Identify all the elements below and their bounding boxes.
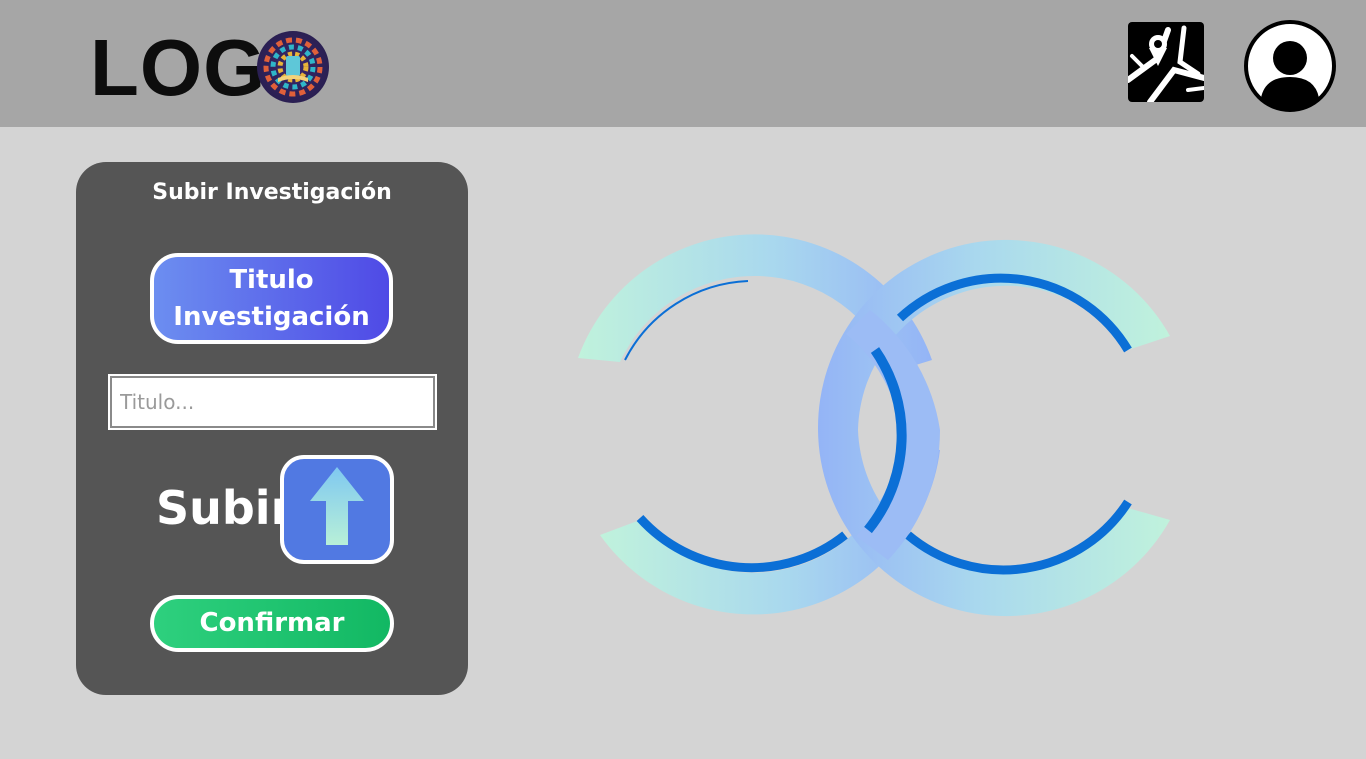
research-title-button-label: Titulo Investigación <box>173 264 370 332</box>
book-emblem-icon[interactable] <box>256 30 330 104</box>
logo-text[interactable]: LOG <box>90 24 266 112</box>
arrow-up-icon <box>310 467 364 545</box>
confirm-button[interactable]: Confirmar <box>150 595 394 652</box>
upload-button[interactable] <box>280 455 394 564</box>
title-input[interactable] <box>108 374 437 430</box>
user-avatar-icon[interactable] <box>1243 19 1337 113</box>
map-icon[interactable] <box>1128 22 1204 102</box>
research-title-button[interactable]: Titulo Investigación <box>150 253 393 344</box>
upload-label: Subir <box>156 481 294 535</box>
panel-title: Subir Investigación <box>152 180 392 205</box>
interlocking-rings-emblem <box>578 234 1170 617</box>
